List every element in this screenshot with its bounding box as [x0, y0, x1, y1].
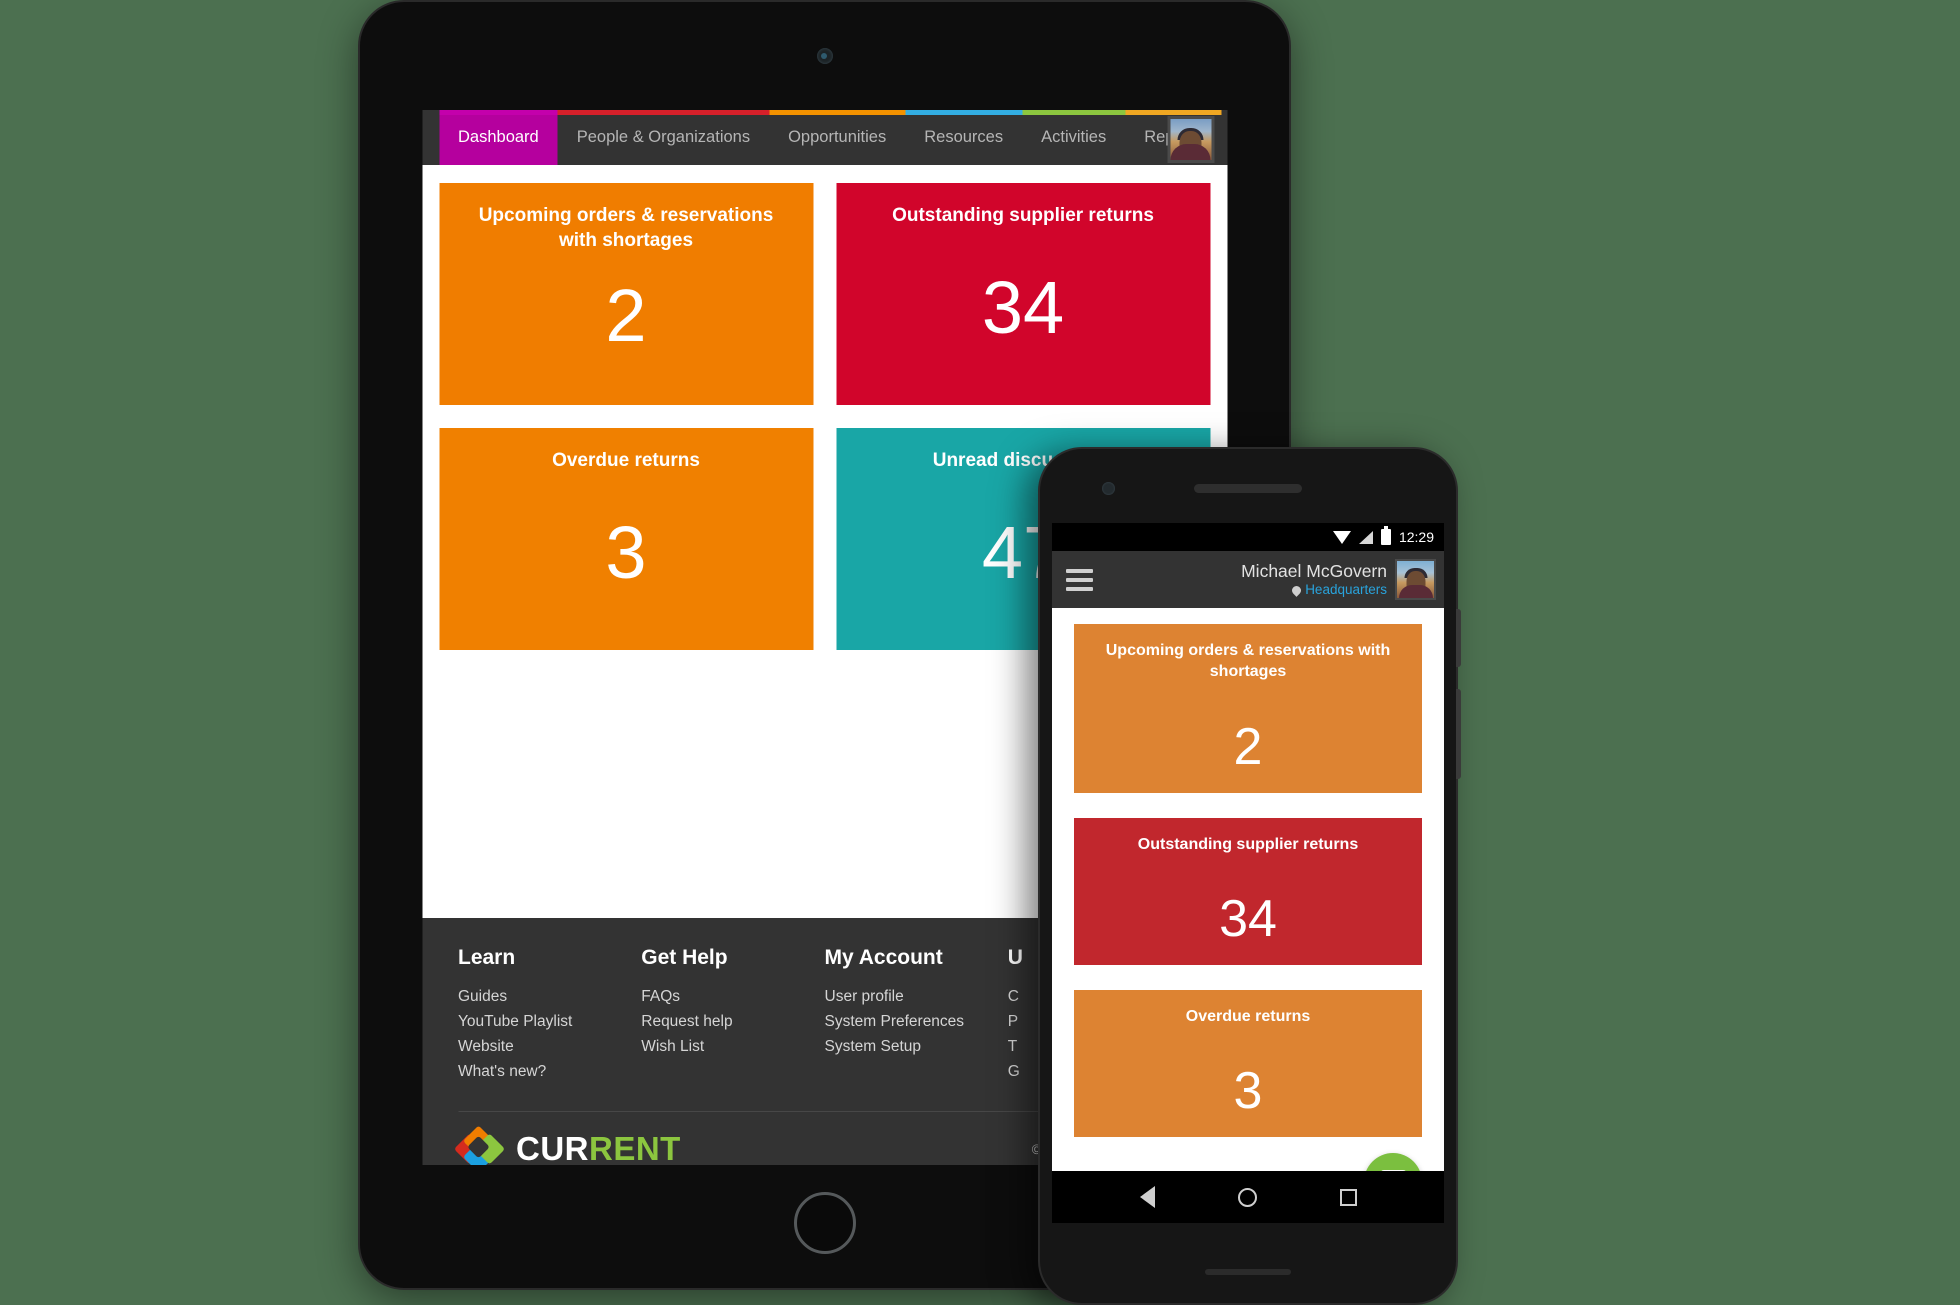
footer-column: My Account User profile System Preferences… — [825, 946, 1008, 1084]
phone-power-button[interactable] — [1456, 609, 1461, 667]
tab-label: Dashboard — [458, 128, 539, 146]
tab-accent-bar — [1125, 110, 1221, 115]
footer-column-heading: My Account — [824, 946, 943, 969]
tab-accent-bar — [1022, 110, 1126, 115]
tab-accent-bar — [905, 110, 1023, 115]
tile-title: Overdue returns — [1185, 1007, 1311, 1025]
tile-value: 3 — [1233, 1062, 1263, 1121]
footer-link[interactable]: System Preferences — [825, 1009, 1008, 1034]
phone-earpiece-speaker — [1194, 484, 1302, 493]
wifi-icon — [1332, 530, 1351, 544]
logo-text-cur: CUR — [516, 1130, 589, 1165]
location-label: Headquarters — [1305, 581, 1387, 597]
phone-user-info: Michael McGovern Headquarters — [1241, 561, 1387, 598]
footer-column-heading: Learn — [458, 946, 516, 969]
tab-accent-bar — [439, 110, 558, 115]
tile-title: Upcoming orders & reservations with shor… — [478, 205, 774, 252]
tab-accent-bar — [557, 110, 770, 115]
user-name-label: Michael McGovern — [1241, 560, 1387, 581]
tile-value: 34 — [1219, 889, 1277, 948]
tab-activities[interactable]: Activities — [1022, 110, 1126, 165]
battery-icon — [1380, 526, 1391, 545]
phone-device: 12:29 Michael McGovern Headquarters Upco… — [1038, 447, 1461, 1305]
back-icon[interactable] — [1139, 1186, 1155, 1208]
tablet-navigation-bar: Dashboard People & Organizations Opportuni… — [422, 110, 1227, 165]
tile-value: 2 — [1233, 717, 1263, 776]
tile-title: Overdue returns — [552, 450, 700, 471]
footer-link[interactable]: System Setup — [825, 1034, 1008, 1059]
phone-front-camera-icon — [1102, 482, 1115, 495]
android-navigation-bar — [1052, 1171, 1444, 1223]
logo-text-rent: RENT — [589, 1130, 681, 1165]
tab-accent-bar — [769, 110, 906, 115]
footer-link[interactable]: User profile — [825, 984, 1008, 1009]
recents-icon[interactable] — [1339, 1188, 1357, 1206]
tile-value: 3 — [605, 511, 647, 594]
footer-link[interactable]: Guides — [458, 984, 641, 1009]
phone-status-bar: 12:29 — [1052, 523, 1444, 551]
signal-icon — [1358, 530, 1373, 544]
tile-value: 2 — [605, 274, 647, 357]
tab-label: Activities — [1041, 128, 1107, 146]
tile-title: Upcoming orders & reservations with shor… — [1105, 642, 1391, 681]
tablet-front-camera-icon — [816, 48, 833, 64]
tile-title: Outstanding supplier returns — [1137, 835, 1359, 853]
dashboard-tile[interactable]: Overdue returns 3 — [1074, 989, 1422, 1138]
footer-column-heading: Get Help — [641, 946, 728, 969]
tile-title: Outstanding supplier returns — [892, 205, 1154, 226]
footer-link[interactable]: Website — [458, 1034, 641, 1059]
phone-volume-button[interactable] — [1456, 689, 1461, 779]
hamburger-menu-icon[interactable] — [1066, 568, 1093, 591]
tab-label: Opportunities — [788, 128, 887, 146]
dashboard-tile[interactable]: Overdue returns 3 — [439, 428, 813, 650]
footer-link[interactable]: FAQs — [641, 984, 824, 1009]
phone-screen: 12:29 Michael McGovern Headquarters Upco… — [1052, 523, 1444, 1223]
location-selector[interactable]: Headquarters — [1241, 582, 1387, 598]
footer-link[interactable]: YouTube Playlist — [458, 1009, 641, 1034]
avatar[interactable] — [1167, 116, 1214, 163]
tablet-home-button[interactable] — [793, 1192, 856, 1254]
tab-label: People & Organizations — [576, 128, 751, 146]
tab-people-organizations[interactable]: People & Organizations — [557, 110, 770, 165]
phone-dashboard-body: Upcoming orders & reservations with shor… — [1052, 608, 1444, 1138]
footer-column: Learn Guides YouTube Playlist Website What's… — [458, 946, 641, 1084]
home-icon[interactable] — [1237, 1187, 1257, 1207]
location-pin-icon — [1290, 583, 1304, 597]
tile-value: 34 — [981, 266, 1065, 349]
tab-resources[interactable]: Resources — [905, 110, 1023, 165]
status-bar-time: 12:29 — [1398, 529, 1434, 545]
tab-dashboard[interactable]: Dashboard — [439, 110, 558, 165]
dashboard-tile[interactable]: Upcoming orders & reservations with shor… — [1074, 624, 1422, 793]
avatar[interactable] — [1395, 559, 1436, 600]
tab-opportunities[interactable]: Opportunities — [769, 110, 906, 165]
footer-link[interactable]: Wish List — [641, 1034, 824, 1059]
current-rms-logo-icon — [453, 1125, 505, 1165]
dashboard-tile[interactable]: Outstanding supplier returns 34 — [836, 183, 1210, 405]
phone-app-header: Michael McGovern Headquarters — [1052, 551, 1444, 608]
footer-link[interactable]: What's new? — [458, 1059, 641, 1084]
current-rms-wordmark: CURRENT — [516, 1130, 681, 1165]
tab-label: Resources — [924, 128, 1004, 146]
dashboard-tile[interactable]: Outstanding supplier returns 34 — [1074, 817, 1422, 965]
footer-column: Get Help FAQs Request help Wish List — [641, 946, 824, 1084]
phone-bottom-speaker — [1205, 1269, 1291, 1275]
footer-link[interactable]: Request help — [641, 1009, 824, 1034]
dashboard-tile[interactable]: Upcoming orders & reservations with shor… — [439, 183, 813, 405]
